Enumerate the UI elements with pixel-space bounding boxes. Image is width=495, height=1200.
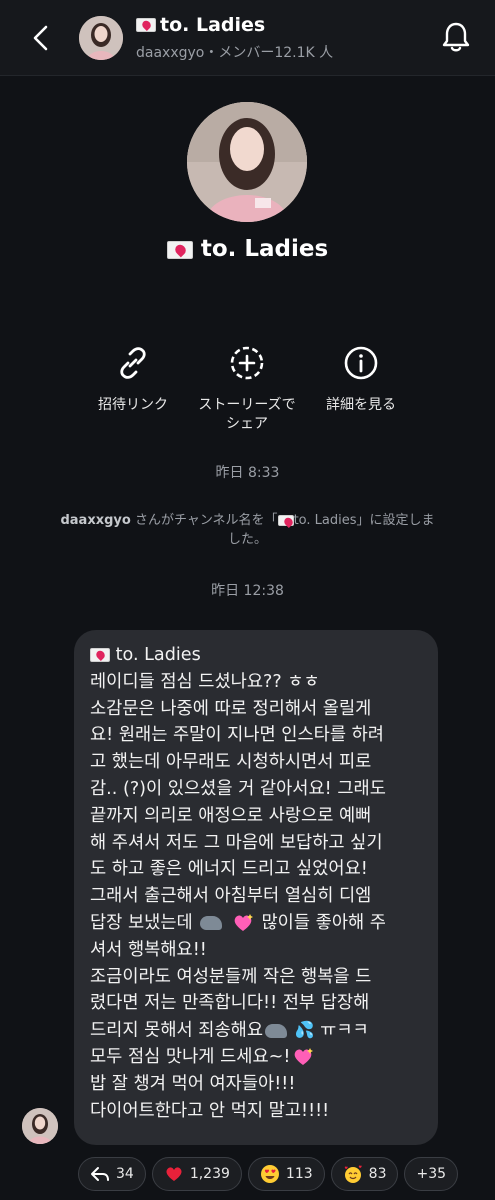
system-channel-name: to. Ladies <box>293 513 357 528</box>
invite-link-label: 招待リンク <box>98 397 168 413</box>
sender-avatar[interactable] <box>22 1108 58 1144</box>
share-story-label-line1: ストーリーズで <box>198 397 296 413</box>
channel-name-text: to. Ladies <box>200 236 329 262</box>
channel-name: to. Ladies <box>0 236 495 262</box>
heart-eyes-emoji <box>260 1165 279 1183</box>
more-reactions-chip[interactable]: +35 <box>404 1157 459 1191</box>
reaction-count: 1,239 <box>189 1166 230 1182</box>
more-reactions-count: +35 <box>416 1166 447 1182</box>
message-bubble[interactable]: to. Ladies 레이디들 점심 드셨나요?? ㅎㅎ 소감문은 나중에 따로… <box>74 630 438 1145</box>
message-line: 조금이라도 여성분들께 작은 행복을 드 <box>90 966 372 987</box>
message-text: 드리지 못해서 죄송해요 <box>90 1020 264 1041</box>
smiling-hearts-emoji <box>344 1165 362 1183</box>
love-letter-icon <box>277 515 294 526</box>
system-text-before: さんがチャンネル名を「 <box>130 513 278 528</box>
info-icon <box>344 346 378 380</box>
message-line: 그래서 출근해서 아침부터 열심히 디엠 <box>90 886 372 907</box>
channel-avatar-large[interactable] <box>187 102 307 222</box>
message-line: 소감문은 나중에 따로 정리해서 올릴게 <box>90 698 372 719</box>
reaction-bar: 34 1,239 113 83 +35 <box>78 1157 459 1191</box>
timestamp: 昨日 12:38 <box>211 583 284 599</box>
message-line: 요! 원래는 주말이 지나면 인스타를 하려 <box>90 725 384 746</box>
love-letter-icon <box>136 18 156 32</box>
system-message: daaxxgyo さんがチャンネル名を「 to. Ladies」に設定しました。 <box>60 511 435 549</box>
message-line: 레이디들 점심 드셨나요?? ㅎㅎ <box>90 671 320 692</box>
bell-icon <box>442 22 470 52</box>
share-story-label: ストーリーズで シェア <box>187 396 307 434</box>
message-line: 다이어트한다고 안 먹지 말고!!!! <box>90 1100 330 1121</box>
reaction-chip-heart[interactable]: 1,239 <box>151 1157 242 1191</box>
seal-emoji-icon <box>265 1023 288 1038</box>
avatar-photo <box>22 1108 58 1144</box>
chat-header: to. Ladies daaxxgyo・メンバー12.1K 人 <box>0 0 495 76</box>
header-title-text: to. Ladies <box>160 14 266 36</box>
timestamp: 昨日 8:33 <box>215 465 280 481</box>
chevron-left-icon <box>33 25 48 51</box>
reaction-chip-heart-eyes[interactable]: 113 <box>247 1157 325 1191</box>
message-line: 도 하고 좋은 에너지 드리고 싶었어요! <box>90 859 368 880</box>
reply-icon <box>91 1167 109 1181</box>
message-text: to. Ladies <box>115 645 201 665</box>
reaction-count: 83 <box>368 1166 387 1182</box>
sparkling-heart-icon <box>295 1047 314 1065</box>
message-line: 고 했는데 아무래도 시청하시면서 피로 <box>90 752 372 773</box>
love-letter-icon <box>90 648 110 662</box>
seal-emoji-icon <box>200 915 223 930</box>
red-heart-emoji <box>166 1167 182 1181</box>
message-line: 모두 점심 맛나게 드세요~! <box>90 1044 424 1071</box>
add-story-icon <box>230 346 264 380</box>
system-user[interactable]: daaxxgyo <box>60 513 130 528</box>
sweat-droplets-icon: 💦 <box>294 1020 315 1040</box>
message-line: 드리지 못해서 죄송해요 💦 ㅠㅋㅋ <box>90 1017 424 1044</box>
message-text: 답장 보냈는데 <box>90 912 193 933</box>
link-icon <box>120 347 146 379</box>
message-line: 렸다면 저는 만족합니다!! 전부 답장해 <box>90 993 370 1014</box>
back-button[interactable] <box>28 22 56 54</box>
header-title[interactable]: to. Ladies <box>136 14 265 36</box>
share-story-label-line2: シェア <box>226 416 268 432</box>
message-line: 감.. (?)이 있으셨을 거 같아서요! 그래도 <box>90 778 386 799</box>
sparkling-heart-icon <box>234 913 253 931</box>
love-letter-icon <box>166 240 193 259</box>
share-story-button[interactable]: ストーリーズで シェア <box>187 344 307 434</box>
message-line: 밥 잘 챙겨 먹어 여자들아!!! <box>90 1073 296 1094</box>
message-text: 모두 점심 맛나게 드세요~! <box>90 1046 291 1067</box>
reply-count: 34 <box>116 1166 134 1182</box>
view-details-label: 詳細を見る <box>326 397 396 413</box>
reaction-chip-smiling-hearts[interactable]: 83 <box>330 1157 399 1191</box>
invite-link-button[interactable]: 招待リンク <box>73 344 193 415</box>
message-line: 답장 보냈는데 많이들 좋아해 주 <box>90 910 424 937</box>
message-text: 많이들 좋아해 주 <box>261 912 387 933</box>
message-line: 끝까지 의리로 애정으로 사랑으로 예뻐 <box>90 805 372 826</box>
header-subtitle: daaxxgyo・メンバー12.1K 人 <box>136 45 334 61</box>
reply-chip[interactable]: 34 <box>78 1157 146 1191</box>
reaction-count: 113 <box>285 1166 313 1182</box>
message-line: 해 주셔서 저도 그 마음에 보답하고 싶기 <box>90 832 383 853</box>
message-text: ㅠㅋㅋ <box>320 1020 369 1041</box>
view-details-button[interactable]: 詳細を見る <box>301 344 421 415</box>
channel-avatar-small[interactable] <box>79 16 123 60</box>
profile-photo <box>187 102 307 222</box>
notification-button[interactable] <box>441 20 471 54</box>
message-line: 셔서 행복해요!! <box>90 939 207 960</box>
message-line: to. Ladies <box>90 642 424 669</box>
avatar-photo <box>79 16 123 60</box>
